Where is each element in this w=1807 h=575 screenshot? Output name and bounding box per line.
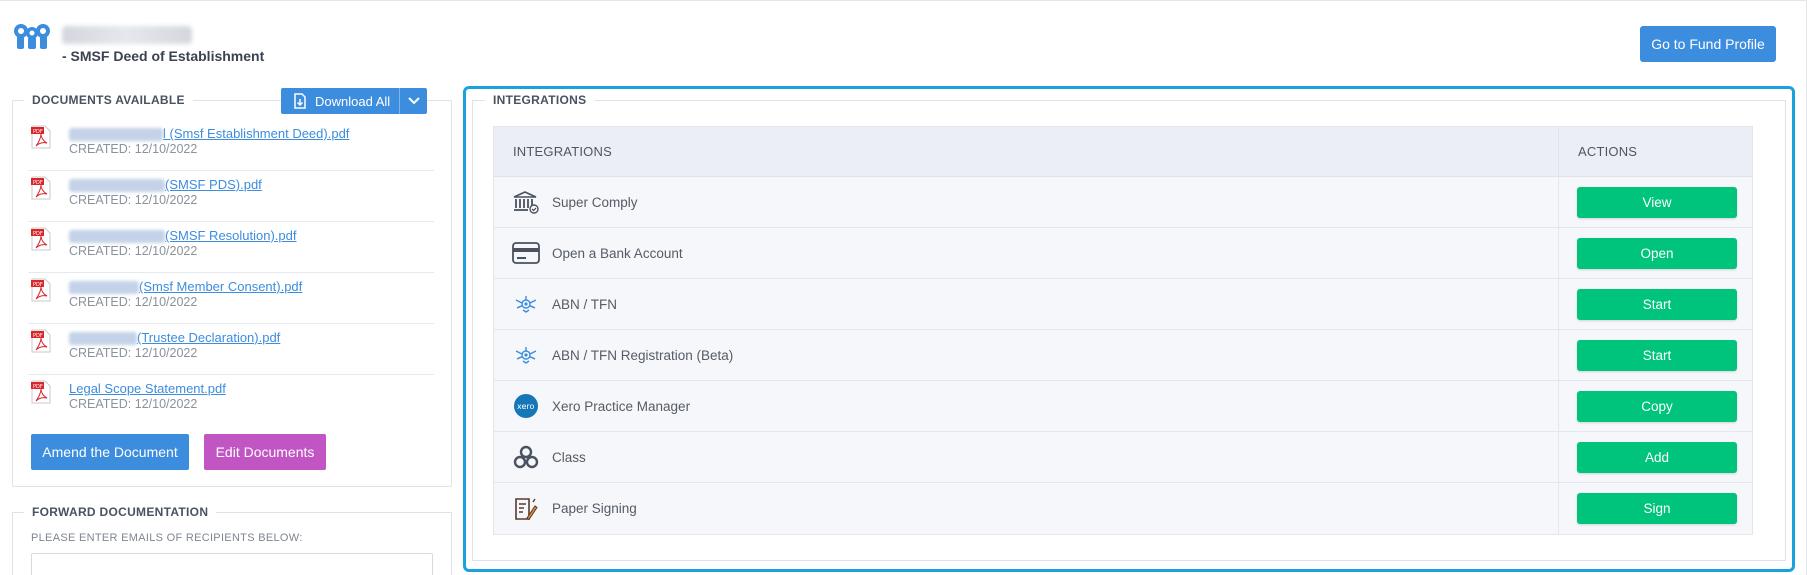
document-created-date: CREATED: 12/10/2022 [69, 346, 198, 360]
svg-text:xero: xero [517, 402, 535, 411]
download-file-icon [294, 93, 306, 109]
documents-legend: DOCUMENTS AVAILABLE [24, 93, 193, 107]
xero-icon: xero [512, 392, 540, 420]
integration-action-cell: Sign [1559, 483, 1752, 534]
pdf-file-icon: PDF [31, 227, 51, 251]
recipients-label: PLEASE ENTER EMAILS OF RECIPIENTS BELOW: [31, 532, 303, 544]
recipient-emails-input[interactable] [31, 553, 433, 575]
copy-button[interactable]: Copy [1577, 390, 1737, 422]
table-row: Open a Bank Account Open [494, 228, 1752, 279]
integration-action-cell: View [1559, 177, 1752, 227]
document-link[interactable]: Legal Scope Statement.pdf [69, 381, 226, 396]
table-header: INTEGRATIONS ACTIONS [494, 127, 1752, 177]
integration-name-cell: ABN / TFN Registration (Beta) [494, 330, 1559, 380]
document-created-date: CREATED: 12/10/2022 [69, 193, 198, 207]
document-item: PDF (Trustee Declaration).pdf CREATED: 1… [28, 324, 434, 375]
view-button[interactable]: View [1577, 186, 1737, 218]
card-icon [512, 239, 540, 267]
paper-sign-icon [512, 495, 540, 523]
document-link[interactable]: (Smsf Member Consent).pdf [69, 279, 302, 294]
table-row: xero Xero Practice Manager Copy [494, 381, 1752, 432]
add-button[interactable]: Add [1577, 441, 1737, 473]
document-link[interactable]: (SMSF PDS).pdf [69, 177, 262, 192]
table-row: ABN / TFN Registration (Beta) Start [494, 330, 1752, 381]
document-link[interactable]: (Trustee Declaration).pdf [69, 330, 280, 345]
redacted-fund-name [69, 281, 139, 294]
open-button[interactable]: Open [1577, 237, 1737, 269]
download-all-button[interactable]: Download All [281, 88, 427, 114]
start-button[interactable]: Start [1577, 339, 1737, 371]
pdf-file-icon: PDF [31, 329, 51, 353]
integration-name-cell: Open a Bank Account [494, 228, 1559, 278]
download-options-toggle[interactable] [399, 88, 427, 114]
deed-title: - SMSF Deed of Establishment [62, 48, 265, 64]
document-created-date: CREATED: 12/10/2022 [69, 142, 198, 156]
column-header-actions: ACTIONS [1578, 144, 1638, 159]
document-item: PDF l (Smsf Establishment Deed).pdf CREA… [28, 120, 434, 171]
coat-of-arms-icon [512, 290, 540, 318]
download-all-label: Download All [315, 93, 391, 109]
integration-action-cell: Start [1559, 279, 1752, 329]
document-link[interactable]: (SMSF Resolution).pdf [69, 228, 297, 243]
pdf-file-icon: PDF [31, 125, 51, 149]
integration-name-cell: Paper Signing [494, 483, 1559, 534]
integration-label: Xero Practice Manager [552, 398, 691, 414]
document-created-date: CREATED: 12/10/2022 [69, 397, 198, 411]
forward-documentation-legend: FORWARD DOCUMENTATION [24, 505, 217, 519]
class-icon [512, 443, 540, 471]
redacted-fund-name [69, 179, 165, 192]
redacted-fund-name [69, 332, 137, 345]
integration-label: Open a Bank Account [552, 245, 683, 261]
document-item: PDF (SMSF Resolution).pdf CREATED: 12/10… [28, 222, 434, 273]
top-border [0, 0, 1807, 1]
integration-name-cell: Super Comply [494, 177, 1559, 227]
document-item: PDF (Smsf Member Consent).pdf CREATED: 1… [28, 273, 434, 324]
integration-name-cell: Class [494, 432, 1559, 482]
integration-action-cell: Add [1559, 432, 1752, 482]
integration-action-cell: Open [1559, 228, 1752, 278]
table-row: Class Add [494, 432, 1752, 483]
integrations-table: INTEGRATIONS ACTIONS Super Comply View O… [493, 126, 1753, 535]
integration-action-cell: Copy [1559, 381, 1752, 431]
document-item: PDF (SMSF PDS).pdf CREATED: 12/10/2022 [28, 171, 434, 222]
redacted-fund-name [69, 230, 165, 243]
table-row: ABN / TFN Start [494, 279, 1752, 330]
column-header-integrations: INTEGRATIONS [494, 127, 1559, 176]
integration-action-cell: Start [1559, 330, 1752, 380]
table-row: Paper Signing Sign [494, 483, 1752, 534]
integration-label: ABN / TFN [552, 296, 618, 312]
pdf-file-icon: PDF [31, 176, 51, 200]
start-button[interactable]: Start [1577, 288, 1737, 320]
family-logo-icon [14, 24, 50, 49]
amend-document-button[interactable]: Amend the Document [31, 434, 189, 470]
chevron-down-icon [407, 97, 420, 105]
document-link[interactable]: l (Smsf Establishment Deed).pdf [69, 126, 349, 141]
fund-name-redacted [62, 26, 192, 44]
integration-name-cell: xero Xero Practice Manager [494, 381, 1559, 431]
document-item: PDF Legal Scope Statement.pdf CREATED: 1… [28, 375, 434, 426]
go-to-fund-profile-button[interactable]: Go to Fund Profile [1640, 26, 1776, 62]
integrations-legend: INTEGRATIONS [485, 93, 595, 107]
integration-label: ABN / TFN Registration (Beta) [552, 347, 734, 363]
pdf-file-icon: PDF [31, 278, 51, 302]
coat-of-arms-icon [512, 341, 540, 369]
integration-label: Class [552, 449, 586, 465]
redacted-fund-name [69, 128, 163, 141]
sign-button[interactable]: Sign [1577, 493, 1737, 524]
integration-name-cell: ABN / TFN [494, 279, 1559, 329]
integration-label: Paper Signing [552, 501, 637, 516]
bank-icon [512, 188, 540, 216]
integration-label: Super Comply [552, 194, 638, 210]
document-created-date: CREATED: 12/10/2022 [69, 295, 198, 309]
table-row: Super Comply View [494, 177, 1752, 228]
pdf-file-icon: PDF [31, 380, 51, 404]
document-created-date: CREATED: 12/10/2022 [69, 244, 198, 258]
edit-documents-button[interactable]: Edit Documents [204, 434, 326, 470]
